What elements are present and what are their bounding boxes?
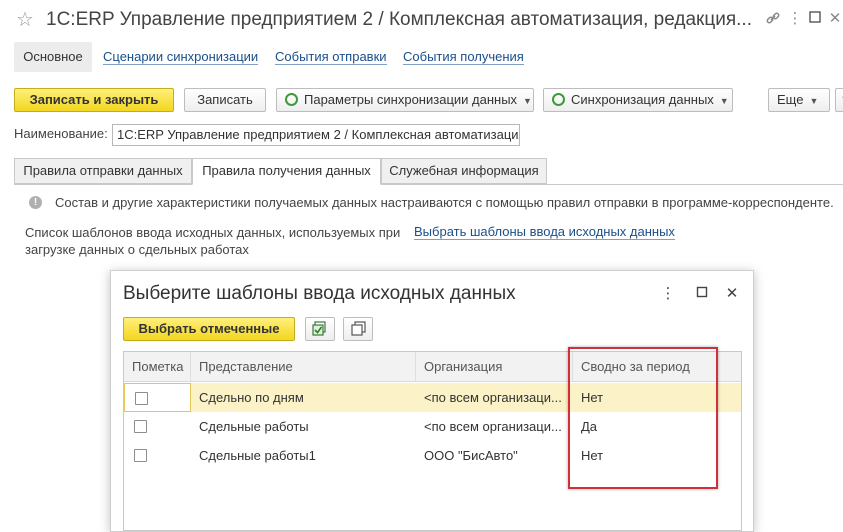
chevron-down-icon: ▼	[809, 96, 819, 106]
close-icon[interactable]: ✕	[826, 10, 843, 28]
row-checkbox[interactable]	[135, 392, 148, 405]
column-header-organization[interactable]: Организация	[416, 352, 573, 382]
dialog-more-icon[interactable]: ⋮	[659, 285, 677, 303]
highlight-annotation	[568, 347, 718, 489]
mark-cell[interactable]	[124, 441, 191, 470]
more-icon[interactable]: ⋮	[786, 10, 804, 28]
sync-settings-icon	[285, 93, 298, 106]
row-checkbox[interactable]	[134, 420, 147, 433]
link-icon[interactable]	[764, 10, 782, 28]
info-text: Состав и другие характеристики получаемы…	[55, 195, 834, 210]
more-button[interactable]: Еще ▼	[768, 88, 830, 112]
select-marked-button[interactable]: Выбрать отмеченные	[123, 317, 295, 341]
save-and-close-button[interactable]: Записать и закрыть	[14, 88, 174, 112]
tab-receive-events[interactable]: События получения	[403, 42, 524, 73]
sync-data-button[interactable]: Синхронизация данных ▼	[543, 88, 733, 112]
tab-receive-rules[interactable]: Правила получения данных	[192, 158, 381, 185]
column-header-mark[interactable]: Пометка	[124, 352, 191, 382]
row-checkbox[interactable]	[134, 449, 147, 462]
organization-cell: <по всем организаци...	[424, 419, 562, 434]
organization-cell: ООО "БисАвто"	[424, 448, 518, 463]
tab-main[interactable]: Основное	[14, 42, 92, 72]
dialog-close-icon[interactable]: ✕	[723, 285, 741, 303]
name-cell: Сдельные работы	[199, 419, 309, 434]
name-cell: Сдельно по дням	[199, 390, 304, 405]
sync-params-button[interactable]: Параметры синхронизации данных ▼	[276, 88, 534, 112]
tab-service-info[interactable]: Служебная информация	[381, 158, 547, 184]
select-templates-link[interactable]: Выбрать шаблоны ввода исходных данных	[414, 224, 675, 240]
tab-send-events[interactable]: События отправки	[275, 42, 387, 73]
dialog-title: Выберите шаблоны ввода исходных данных	[123, 283, 516, 304]
name-field[interactable]: 1С:ERP Управление предприятием 2 / Компл…	[112, 124, 520, 146]
organization-cell: <по всем организаци...	[424, 390, 562, 405]
uncheck-all-icon	[351, 321, 366, 336]
favorite-star-icon[interactable]: ☆	[16, 8, 34, 32]
tab-send-rules[interactable]: Правила отправки данных	[14, 158, 192, 184]
sync-icon	[552, 93, 565, 106]
templates-description: Список шаблонов ввода исходных данных, и…	[25, 225, 401, 257]
maximize-icon[interactable]	[806, 10, 824, 28]
dialog-maximize-icon[interactable]	[693, 285, 711, 303]
mark-cell[interactable]	[124, 412, 191, 441]
chevron-down-icon: ▼	[719, 96, 729, 106]
check-all-button[interactable]	[305, 317, 335, 341]
chevron-down-icon: ▼	[523, 96, 532, 106]
help-button[interactable]: ?	[835, 88, 843, 112]
uncheck-all-button[interactable]	[343, 317, 373, 341]
mark-cell[interactable]	[124, 383, 191, 412]
tab-strip-divider	[14, 184, 843, 185]
tab-sync-scenarios[interactable]: Сценарии синхронизации	[103, 42, 259, 73]
window-title: 1С:ERP Управление предприятием 2 / Компл…	[46, 9, 752, 30]
column-header-name[interactable]: Представление	[191, 352, 416, 382]
name-label: Наименование:	[14, 126, 108, 141]
check-all-icon	[312, 321, 326, 336]
save-button[interactable]: Записать	[184, 88, 266, 112]
info-icon: !	[29, 196, 42, 209]
name-cell: Сдельные работы1	[199, 448, 316, 463]
